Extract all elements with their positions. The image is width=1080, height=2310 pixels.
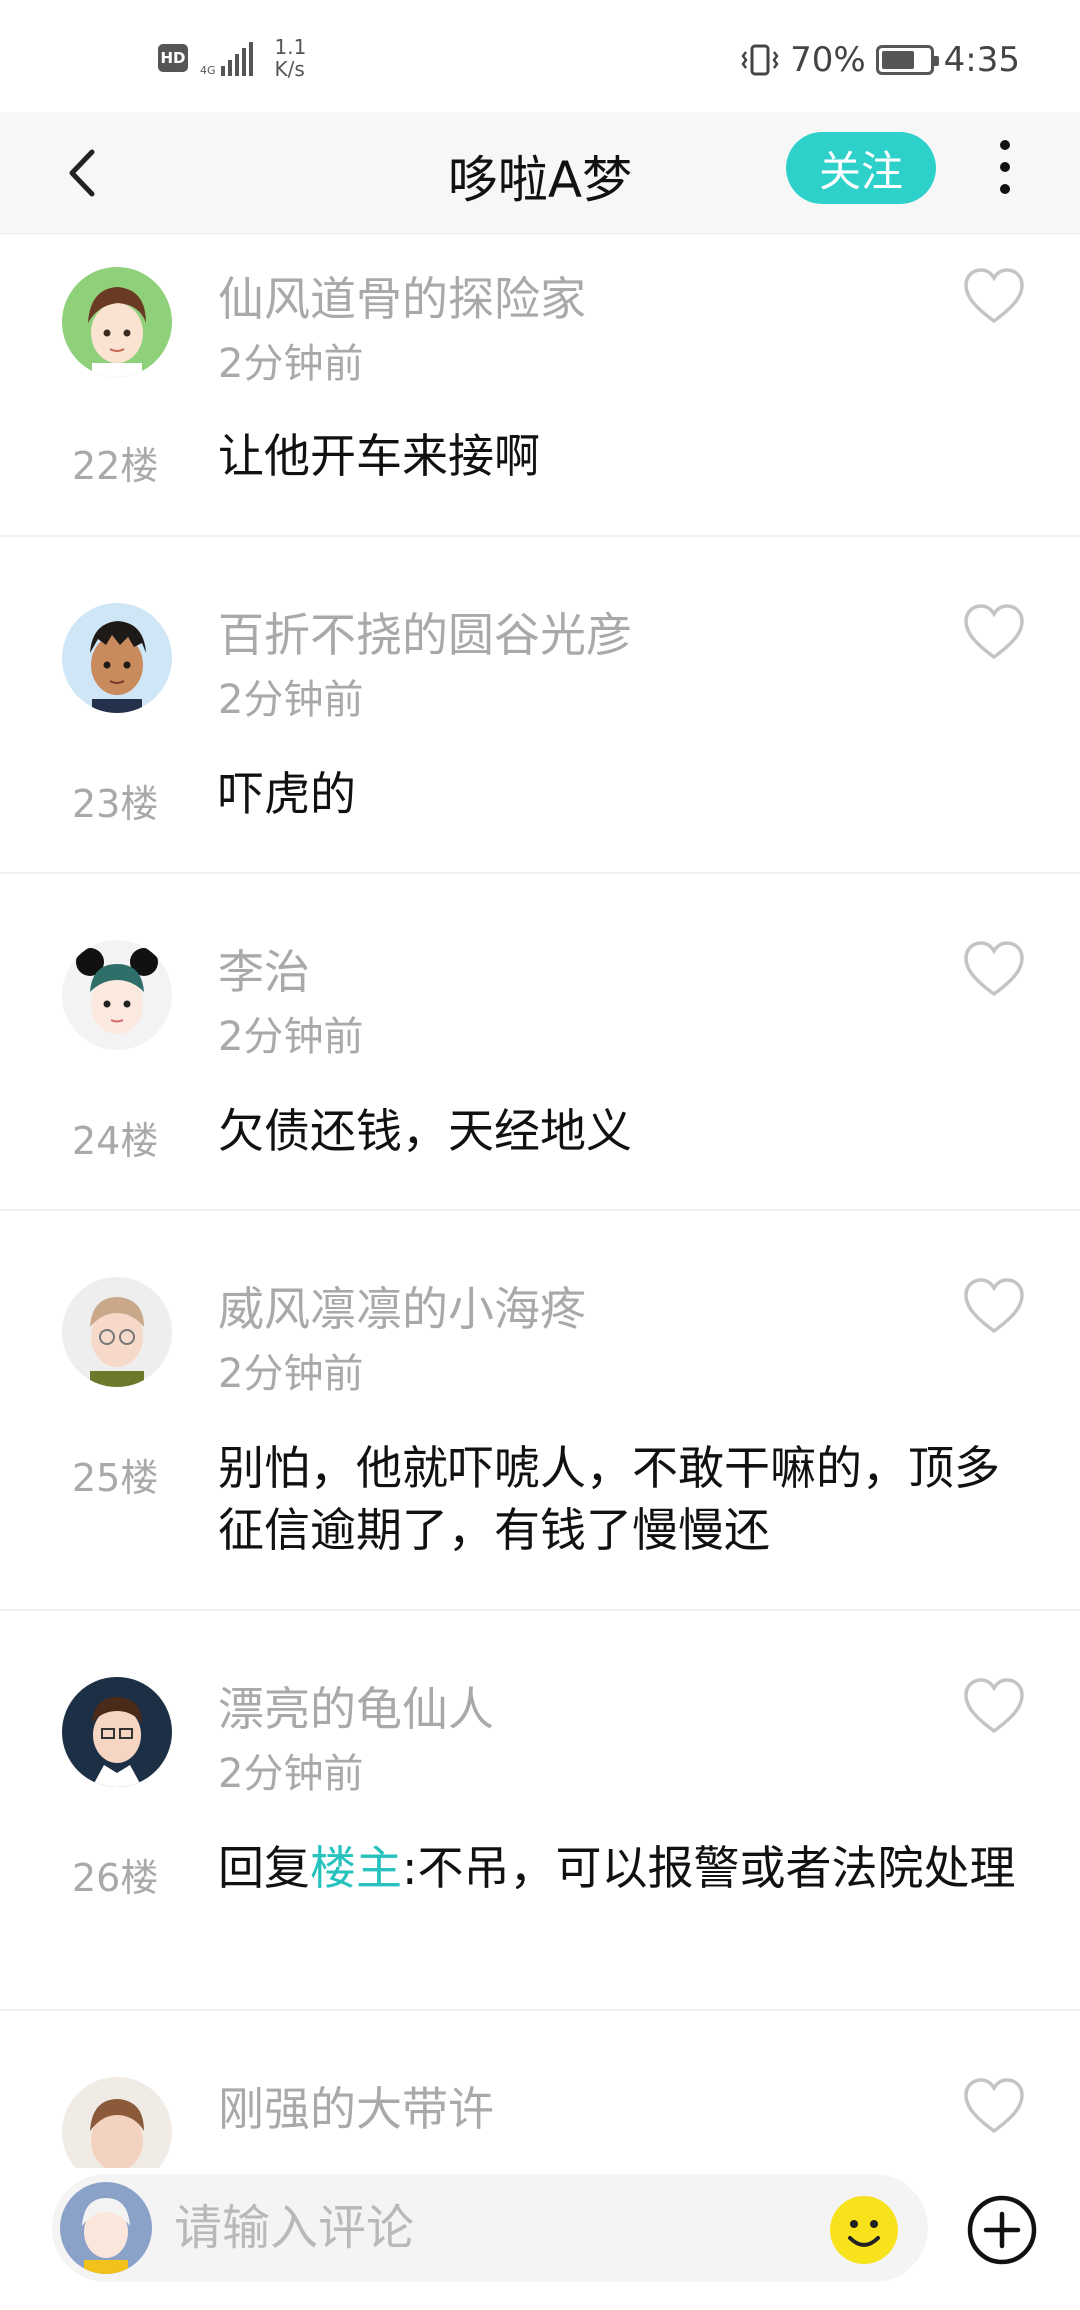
- avatar[interactable]: [62, 940, 172, 1050]
- add-button[interactable]: [966, 2194, 1038, 2266]
- comment-bar: [0, 2168, 1080, 2310]
- heart-icon: [964, 2078, 1024, 2134]
- mention-link[interactable]: 楼主: [310, 1841, 402, 1895]
- battery-percent: 70%: [790, 40, 866, 80]
- heart-icon: [964, 604, 1024, 660]
- comment-input[interactable]: [174, 2192, 774, 2264]
- clock: 4:35: [943, 40, 1020, 80]
- like-button[interactable]: [962, 940, 1026, 998]
- boy-avatar-blue-icon: [62, 603, 172, 713]
- emoji-button[interactable]: [828, 2194, 900, 2266]
- user-avatar-icon: [60, 2182, 152, 2274]
- like-button[interactable]: [962, 1677, 1026, 1735]
- comment-time: 2分钟前: [218, 1014, 364, 1060]
- boy-avatar-green-icon: [62, 267, 172, 377]
- floor-number: 23楼: [72, 782, 159, 826]
- comment-text: 回复楼主:不吊，可以报警或者法院处理: [218, 1837, 1038, 1899]
- comment-time: 2分钟前: [218, 341, 364, 387]
- comment-list[interactable]: 仙风道骨的探险家 2分钟前 22楼 让他开车来接啊 百折不挠的圆谷光彦 2分钟前…: [0, 235, 1080, 2168]
- app-header: 哆啦A梦 关注: [0, 112, 1080, 234]
- comment-input-box[interactable]: [52, 2174, 928, 2282]
- network-speed: 1.1 K/s: [275, 36, 307, 80]
- comment-username[interactable]: 仙风道骨的探险家: [218, 263, 586, 329]
- like-button[interactable]: [962, 603, 1026, 661]
- comment-time: 2分钟前: [218, 677, 364, 723]
- comment-item: 刚强的大带许: [0, 2011, 1080, 2168]
- man-avatar-partial-icon: [62, 2077, 172, 2168]
- comment-username[interactable]: 威风凛凛的小海疼: [218, 1273, 586, 1339]
- hd-badge: HD: [158, 44, 188, 72]
- signal-icon: 4G: [200, 40, 253, 76]
- comment-text: 欠债还钱，天经地义: [218, 1104, 632, 1158]
- like-button[interactable]: [962, 267, 1026, 325]
- avatar[interactable]: [62, 1677, 172, 1787]
- speed-value: 1.1: [274, 35, 307, 59]
- floor-number: 26楼: [72, 1856, 159, 1900]
- avatar[interactable]: [62, 1277, 172, 1387]
- like-button[interactable]: [962, 1277, 1026, 1335]
- girl-avatar-bear-ears-icon: [62, 940, 172, 1050]
- status-right: 70% 4:35: [740, 40, 1020, 80]
- avatar[interactable]: [62, 267, 172, 377]
- comment-item: 李治 2分钟前 24楼 欠债还钱，天经地义: [0, 874, 1080, 1211]
- floor-number: 22楼: [72, 444, 159, 488]
- like-button[interactable]: [962, 2077, 1026, 2135]
- floor-number: 24楼: [72, 1119, 159, 1163]
- comment-username[interactable]: 百折不挠的圆谷光彦: [218, 599, 632, 665]
- heart-icon: [964, 1278, 1024, 1334]
- my-avatar[interactable]: [60, 2182, 152, 2274]
- comment-text: 让他开车来接啊: [218, 429, 540, 483]
- vibrate-icon: [741, 44, 779, 76]
- status-bar: HD 4G 1.1 K/s 70% 4:35: [0, 0, 1080, 112]
- comment-item: 威风凛凛的小海疼 2分钟前 25楼 别怕，他就吓唬人，不敢干嘛的，顶多征信逾期了…: [0, 1211, 1080, 1611]
- heart-icon: [964, 268, 1024, 324]
- battery-icon: [875, 45, 939, 75]
- comment-text: 别怕，他就吓唬人，不敢干嘛的，顶多征信逾期了，有钱了慢慢还: [218, 1441, 1000, 1557]
- avatar[interactable]: [62, 2077, 172, 2168]
- heart-icon: [964, 1678, 1024, 1734]
- comment-username[interactable]: 李治: [218, 936, 310, 1002]
- reply-prefix: 回复: [218, 1841, 310, 1895]
- comment-item: 仙风道骨的探险家 2分钟前 22楼 让他开车来接啊: [0, 235, 1080, 537]
- comment-time: 2分钟前: [218, 1751, 364, 1797]
- man-avatar-glasses-icon: [62, 1277, 172, 1387]
- comment-username[interactable]: 漂亮的龟仙人: [218, 1673, 494, 1739]
- comment-time: 2分钟前: [218, 1351, 364, 1397]
- avatar[interactable]: [62, 603, 172, 713]
- more-options-button[interactable]: [990, 138, 1020, 198]
- comment-username[interactable]: 刚强的大带许: [218, 2073, 494, 2139]
- status-left: HD 4G 1.1 K/s: [158, 36, 306, 80]
- follow-button[interactable]: 关注: [786, 132, 936, 204]
- speed-unit: K/s: [274, 57, 305, 81]
- plus-circle-icon: [967, 2195, 1037, 2265]
- floor-number: 25楼: [72, 1456, 159, 1500]
- comment-item: 漂亮的龟仙人 2分钟前 26楼 回复楼主:不吊，可以报警或者法院处理: [0, 1611, 1080, 2011]
- network-label: 4G: [200, 64, 216, 77]
- heart-icon: [964, 941, 1024, 997]
- comment-text: 吓虎的: [218, 767, 356, 821]
- man-avatar-navy-icon: [62, 1677, 172, 1787]
- smiley-icon: [830, 2196, 898, 2264]
- comment-item: 百折不挠的圆谷光彦 2分钟前 23楼 吓虎的: [0, 537, 1080, 874]
- reply-text: :不吊，可以报警或者法院处理: [402, 1841, 1016, 1895]
